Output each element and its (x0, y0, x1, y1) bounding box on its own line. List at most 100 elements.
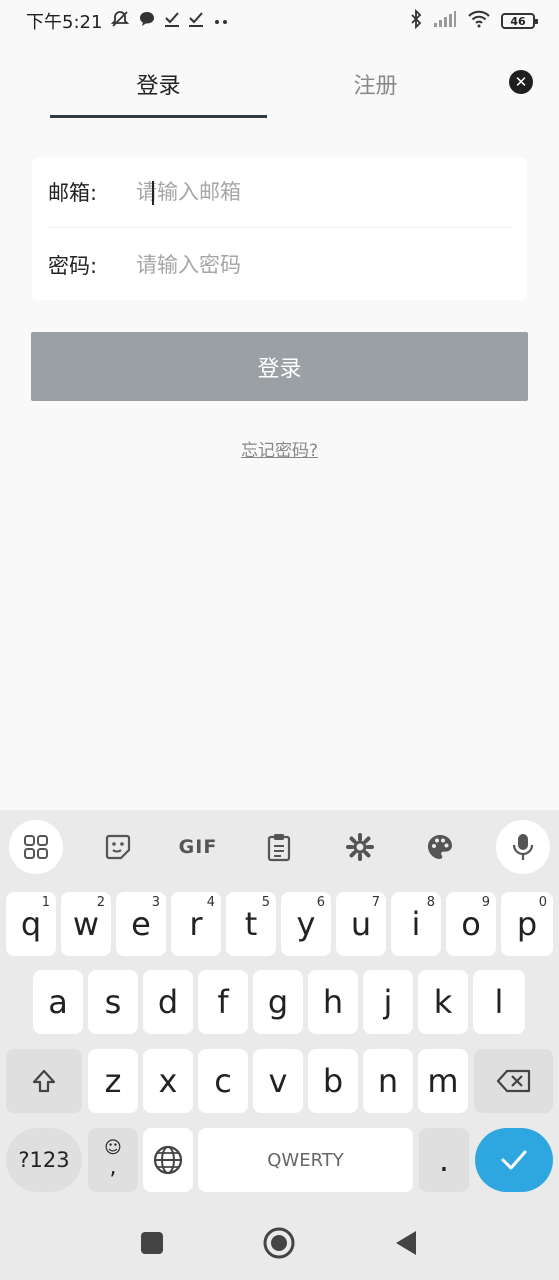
password-field[interactable] (136, 252, 511, 277)
key-label: t (244, 905, 258, 943)
key-w[interactable]: w2 (61, 892, 111, 956)
key-t[interactable]: t5 (226, 892, 276, 956)
key-v[interactable]: v (253, 1049, 303, 1113)
key-label: q (20, 905, 42, 943)
text-cursor (152, 181, 154, 205)
key-label: w (72, 905, 100, 943)
key-label: o (461, 905, 481, 943)
recents-square-icon[interactable] (140, 1231, 164, 1259)
key-d[interactable]: d (143, 970, 193, 1034)
forgot-password-link[interactable]: 忘记密码? (0, 436, 559, 461)
key-p[interactable]: p0 (501, 892, 553, 956)
email-row: 邮箱: (48, 157, 511, 228)
key-f[interactable]: f (198, 970, 248, 1034)
key-h[interactable]: h (308, 970, 358, 1034)
key-label: u (350, 905, 372, 943)
status-bar: 下午5:21 46 (0, 0, 559, 42)
key-hint: 9 (481, 895, 490, 910)
sticker-icon[interactable] (91, 820, 145, 874)
gif-icon[interactable]: GIF (171, 820, 225, 874)
key-label: e (131, 905, 151, 943)
status-right: 46 (409, 8, 538, 34)
email-label: 邮箱: (48, 181, 98, 205)
key-hint: 6 (316, 895, 325, 910)
key-g[interactable]: g (253, 970, 303, 1034)
tab-login[interactable]: 登录 (50, 58, 267, 120)
shift-key[interactable] (6, 1049, 82, 1113)
key-j[interactable]: j (363, 970, 413, 1034)
microphone-icon[interactable] (496, 820, 550, 874)
key-b[interactable]: b (308, 1049, 358, 1113)
more-dots-icon (212, 12, 230, 31)
key-n[interactable]: n (363, 1049, 413, 1113)
key-i[interactable]: i8 (391, 892, 441, 956)
key-c[interactable]: c (198, 1049, 248, 1113)
key-s[interactable]: s (88, 970, 138, 1034)
password-row: 密码: (48, 229, 511, 300)
settings-gear-icon[interactable] (333, 820, 387, 874)
theme-palette-icon[interactable] (413, 820, 467, 874)
email-field[interactable] (136, 180, 511, 204)
key-z[interactable]: z (88, 1049, 138, 1113)
login-button[interactable]: 登录 (31, 332, 528, 401)
key-k[interactable]: k (418, 970, 468, 1034)
key-l[interactable]: l (473, 970, 525, 1034)
key-hint: 5 (261, 895, 270, 910)
key-label: i (411, 905, 421, 943)
key-hint: 7 (371, 895, 380, 910)
key-hint: 1 (41, 895, 50, 910)
key-hint: 0 (538, 895, 547, 910)
key-y[interactable]: y6 (281, 892, 331, 956)
signal-icon (433, 10, 457, 33)
key-a[interactable]: a (33, 970, 83, 1034)
key-e[interactable]: e3 (116, 892, 166, 956)
key-x[interactable]: x (143, 1049, 193, 1113)
key-q[interactable]: q1 (6, 892, 56, 956)
chat-icon (138, 10, 156, 32)
emoji-smile-icon: ☺ (104, 1138, 122, 1158)
key-hint: 3 (151, 895, 160, 910)
login-form: 邮箱: 密码: (32, 157, 527, 300)
battery-indicator: 46 (501, 13, 538, 29)
tab-register[interactable]: 注册 (267, 58, 484, 120)
wifi-icon (467, 10, 491, 33)
mute-icon (110, 9, 130, 33)
space-bar[interactable]: QWERTY (198, 1128, 413, 1192)
key-hint: 4 (206, 895, 215, 910)
check-icon (164, 10, 180, 32)
emoji-comma-key[interactable]: ☺ , (88, 1128, 138, 1192)
symbols-key[interactable]: ?123 (6, 1128, 82, 1192)
backspace-icon (496, 1069, 530, 1093)
shift-arrow-icon (32, 1069, 56, 1093)
status-time: 下午5:21 (26, 12, 103, 33)
key-r[interactable]: r4 (171, 892, 221, 956)
backspace-key[interactable] (474, 1049, 553, 1113)
keyboard-toolbar: GIF (0, 818, 559, 874)
key-label: y (296, 905, 316, 943)
clipboard-icon[interactable] (252, 820, 306, 874)
key-hint: 8 (426, 895, 435, 910)
globe-icon (153, 1145, 183, 1175)
period-key[interactable]: . (419, 1128, 469, 1192)
password-label: 密码: (48, 253, 98, 278)
check-icon (188, 10, 204, 32)
home-circle-icon[interactable] (263, 1227, 295, 1263)
key-u[interactable]: u7 (336, 892, 386, 956)
status-left: 下午5:21 (26, 8, 230, 34)
key-o[interactable]: o9 (446, 892, 496, 956)
auth-tabs: 登录 注册 (50, 58, 484, 120)
system-nav-bar (0, 1215, 559, 1271)
bluetooth-icon (409, 8, 423, 34)
key-label: r (189, 905, 203, 943)
apps-grid-icon[interactable] (9, 820, 63, 874)
enter-key[interactable] (475, 1128, 553, 1192)
back-triangle-icon[interactable] (394, 1229, 418, 1261)
key-hint: 2 (96, 895, 105, 910)
close-icon[interactable]: ✕ (509, 70, 533, 94)
language-key[interactable] (143, 1128, 193, 1192)
check-icon (501, 1150, 527, 1170)
comma-label: , (109, 1155, 117, 1180)
soft-keyboard: GIF q1 w2 e3 r4 t5 y6 u7 i8 o9 p0 a s d … (0, 810, 559, 1280)
key-m[interactable]: m (418, 1049, 468, 1113)
key-label: p (516, 905, 538, 943)
